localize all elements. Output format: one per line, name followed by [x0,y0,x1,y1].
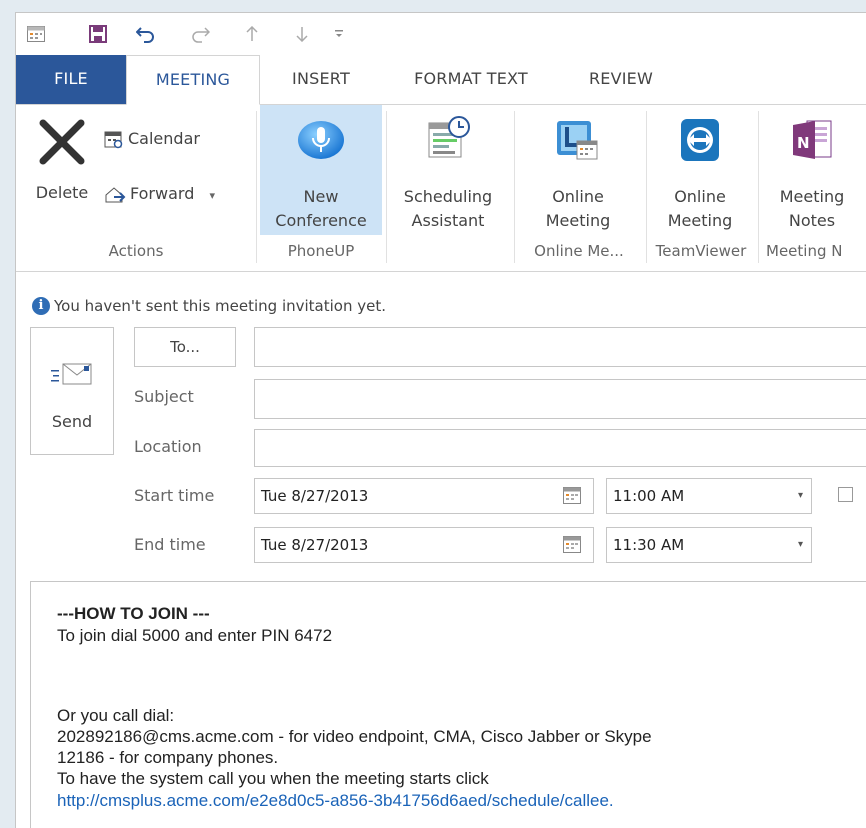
calendar-view-icon[interactable] [24,22,48,46]
start-date-picker[interactable]: Tue 8/27/2013 [254,478,594,514]
svg-text:N: N [797,134,810,152]
all-day-checkbox[interactable] [838,487,853,502]
move-up-icon[interactable] [242,22,262,46]
group-label-actions: Actions [108,242,164,260]
meeting-notes-button[interactable]: N Meeting Notes [760,105,864,235]
body-line: To join dial 5000 and enter PIN 6472 [57,626,333,645]
quick-access-toolbar [16,13,866,55]
info-message: You haven't sent this meeting invitation… [54,297,387,315]
new-conference-button[interactable]: New Conference [260,105,382,235]
forward-dropdown-icon[interactable]: ▾ [209,189,215,202]
end-time-value: 11:30 AM [613,536,685,554]
start-time-value: 11:00 AM [613,487,685,505]
meeting-notes-label: Meeting Notes [779,187,845,230]
tab-format-text[interactable]: FORMAT TEXT [386,55,556,105]
online-meeting-button[interactable]: Online Meeting [520,105,636,235]
teamviewer-icon [681,119,719,161]
tab-meeting[interactable]: MEETING [126,55,260,105]
scheduling-assistant-button[interactable]: Scheduling Assistant [392,105,504,235]
body-line: 202892186@cms.acme.com - for video endpo… [57,727,652,746]
chevron-down-icon: ▾ [797,490,803,501]
scheduling-assistant-icon [428,116,470,158]
teamviewer-online-meeting-label: Online Meeting [667,187,733,230]
start-date-value: Tue 8/27/2013 [261,487,369,505]
save-icon[interactable] [86,22,110,46]
chevron-down-icon: ▾ [797,539,803,550]
forward-icon [105,186,126,202]
end-time-label: End time [134,535,206,554]
move-down-icon[interactable] [292,22,312,46]
start-time-label: Start time [134,486,215,505]
subject-input[interactable] [255,380,866,418]
start-time-dropdown[interactable]: 11:00 AM ▾ [606,478,812,514]
end-time-dropdown[interactable]: 11:30 AM ▾ [606,527,812,563]
location-field[interactable] [254,429,866,467]
calendar-button[interactable]: Calendar [104,124,200,154]
callee-link[interactable]: http://cmsplus.acme.com/e2e8d0c5-a856-3b… [57,791,614,811]
calendar-icon[interactable] [563,487,581,504]
customize-icon[interactable] [332,22,346,46]
ribbon: Delete Calendar Forward ▾ Actions New Co… [16,104,866,272]
body-line: To have the system call you when the mee… [57,769,489,788]
forward-button[interactable]: Forward ▾ [104,179,215,209]
tab-insert[interactable]: INSERT [266,55,376,105]
group-label-phoneup: PhoneUP [287,242,355,260]
body-heading: ---HOW TO JOIN --- [57,604,210,623]
end-date-picker[interactable]: Tue 8/27/2013 [254,527,594,563]
location-input[interactable] [255,430,866,466]
outlook-meeting-window: FILE MEETING INSERT FORMAT TEXT REVIEW D… [15,12,866,828]
teamviewer-online-meeting-button[interactable]: Online Meeting [648,105,752,235]
conference-microphone-icon [298,121,344,159]
new-conference-label: New Conference [275,187,367,230]
group-label-teamviewer: TeamViewer [655,242,747,260]
send-button[interactable]: Send [30,327,114,455]
message-body[interactable]: ---HOW TO JOIN --- To join dial 5000 and… [30,581,866,828]
tab-review[interactable]: REVIEW [566,55,676,105]
info-bar: i You haven't sent this meeting invitati… [32,297,386,315]
info-icon: i [32,297,50,315]
delete-button[interactable]: Delete [26,105,98,235]
end-date-value: Tue 8/27/2013 [261,536,369,554]
group-label-meeting-notes: Meeting N [766,242,843,260]
lync-meeting-icon [557,121,598,160]
online-meeting-label: Online Meeting [545,187,611,230]
calendar-icon[interactable] [563,536,581,553]
subject-label: Subject [134,387,194,406]
body-line: Or you call dial: [57,706,175,725]
subject-field[interactable] [254,379,866,419]
delete-label: Delete [35,183,89,202]
calendar-label: Calendar [128,129,200,148]
onenote-icon: N [793,120,832,159]
ribbon-tabs: FILE MEETING INSERT FORMAT TEXT REVIEW [16,55,866,105]
send-label: Send [51,412,93,431]
forward-label: Forward [130,184,195,203]
undo-icon[interactable] [134,22,158,46]
delete-x-icon [39,119,85,165]
tab-file[interactable]: FILE [16,55,126,105]
send-envelope-icon [51,363,92,385]
location-label: Location [134,437,202,456]
calendar-icon [104,131,123,148]
to-field[interactable] [254,327,866,367]
scheduling-assistant-label: Scheduling Assistant [403,187,493,230]
redo-icon[interactable] [188,22,212,46]
to-input[interactable] [255,328,866,366]
group-label-online-meeting: Online Me... [534,242,624,260]
body-line: 12186 - for company phones. [57,748,279,767]
to-button[interactable]: To... [134,327,236,367]
